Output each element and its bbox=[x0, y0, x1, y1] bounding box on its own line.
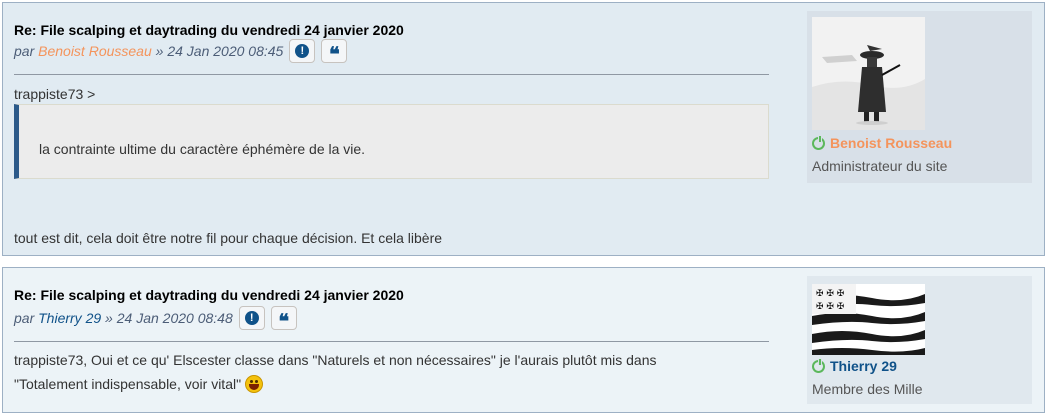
breton-flag-avatar-image: ✠ ✠ ✠ ✠ ✠ ✠ bbox=[812, 284, 925, 355]
post-title[interactable]: Re: File scalping et daytrading du vendr… bbox=[14, 287, 404, 303]
report-button[interactable]: ! bbox=[238, 306, 265, 330]
by-label: par bbox=[14, 310, 35, 326]
post-2: Re: File scalping et daytrading du vendr… bbox=[2, 267, 1045, 413]
exclamation-icon: ! bbox=[295, 44, 310, 58]
post-meta: par Thierry 29 » 24 Jan 2020 08:48 ! ❝ bbox=[14, 306, 297, 333]
reply-to-text: trappiste73 > bbox=[14, 86, 96, 102]
laughing-smiley-icon bbox=[245, 375, 264, 393]
avatar[interactable]: ✠ ✠ ✠ ✠ ✠ ✠ bbox=[812, 284, 925, 355]
post-author-link[interactable]: Benoist Rousseau bbox=[38, 43, 152, 59]
post-profile: ✠ ✠ ✠ ✠ ✠ ✠ Thierry 29 Membre des Mille bbox=[807, 276, 1032, 404]
quote-text: la contrainte ultime du caractère éphémè… bbox=[39, 141, 366, 157]
profile-rank: Membre des Mille bbox=[812, 381, 923, 397]
quote-button[interactable]: ❝ bbox=[270, 306, 297, 333]
profile-name-text[interactable]: Benoist Rousseau bbox=[830, 135, 952, 151]
online-status-icon bbox=[812, 358, 825, 373]
by-label: par bbox=[14, 43, 35, 59]
online-status-icon bbox=[812, 135, 825, 150]
post-profile: Benoist Rousseau Administrateur du site bbox=[807, 11, 1032, 183]
post-author-link[interactable]: Thierry 29 bbox=[38, 310, 101, 326]
svg-text:✠ ✠ ✠: ✠ ✠ ✠ bbox=[816, 302, 844, 312]
post-date: 24 Jan 2020 08:45 bbox=[167, 43, 284, 59]
quote-icon: ❝ bbox=[278, 309, 290, 333]
quote-icon: ❝ bbox=[328, 42, 340, 66]
post-divider bbox=[14, 74, 769, 75]
post-divider bbox=[14, 341, 769, 342]
samurai-avatar-image bbox=[812, 17, 925, 130]
profile-name[interactable]: Thierry 29 bbox=[812, 358, 897, 374]
profile-name-text[interactable]: Thierry 29 bbox=[830, 358, 897, 374]
report-button[interactable]: ! bbox=[289, 39, 316, 63]
post-title[interactable]: Re: File scalping et daytrading du vendr… bbox=[14, 22, 404, 38]
svg-text:✠ ✠ ✠: ✠ ✠ ✠ bbox=[816, 289, 844, 299]
post-meta: par Benoist Rousseau » 24 Jan 2020 08:45… bbox=[14, 39, 348, 66]
date-separator: » bbox=[105, 310, 113, 326]
post-date: 24 Jan 2020 08:48 bbox=[116, 310, 233, 326]
post-body-line-2-text: "Totalement indispensable, voir vital" bbox=[14, 376, 242, 392]
profile-rank: Administrateur du site bbox=[812, 158, 948, 174]
avatar[interactable] bbox=[812, 17, 925, 130]
post-body-line-1: trappiste73, Oui et ce qu' Elscester cla… bbox=[14, 352, 657, 368]
post-body-line-2: "Totalement indispensable, voir vital" bbox=[14, 375, 264, 393]
blockquote: la contrainte ultime du caractère éphémè… bbox=[14, 104, 769, 179]
post-body: tout est dit, cela doit être notre fil p… bbox=[14, 230, 443, 246]
exclamation-icon: ! bbox=[244, 311, 259, 325]
date-separator: » bbox=[155, 43, 164, 59]
post-1: Re: File scalping et daytrading du vendr… bbox=[2, 2, 1045, 256]
profile-name[interactable]: Benoist Rousseau bbox=[812, 135, 952, 151]
quote-button[interactable]: ❝ bbox=[321, 39, 348, 66]
